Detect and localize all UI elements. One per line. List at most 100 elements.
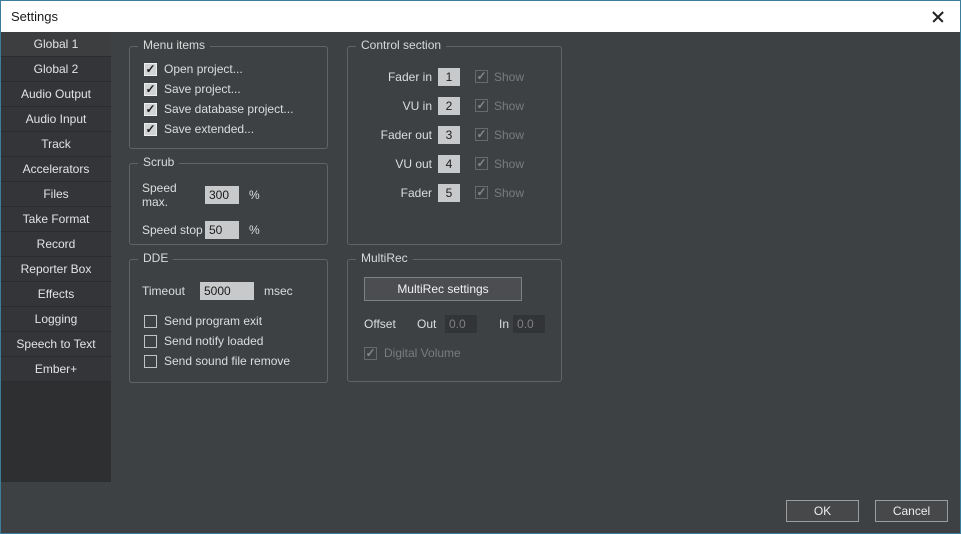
group-title: DDE (138, 251, 173, 265)
checkbox-show-fader-out (475, 128, 488, 141)
group-title: MultiRec (356, 251, 413, 265)
speed-stop-label: Speed stop (142, 223, 205, 237)
checkbox-save-database-project[interactable] (144, 103, 157, 116)
close-button[interactable] (915, 1, 960, 32)
send-notify-loaded-row: Send notify loaded (144, 334, 327, 348)
fader-out-input[interactable] (438, 126, 460, 144)
timeout-label: Timeout (142, 284, 200, 298)
checkbox-show-fader (475, 186, 488, 199)
group-title: Control section (356, 38, 446, 52)
sidebar-item-reporter-box[interactable]: Reporter Box (1, 257, 111, 282)
group-multirec: MultiRec MultiRec settings Offset Out In… (347, 259, 562, 382)
group-title: Scrub (138, 155, 179, 169)
settings-dialog: Settings Global 1 Global 2 Audio Output … (0, 0, 961, 534)
window-title: Settings (11, 9, 58, 24)
checkbox-show-vu-out (475, 157, 488, 170)
checkbox-label: Save extended... (164, 122, 254, 136)
speed-stop-input[interactable] (205, 221, 239, 239)
fader-row: Fader Show (348, 182, 561, 203)
sidebar-item-ember[interactable]: Ember+ (1, 357, 111, 382)
checkbox-open-project[interactable] (144, 63, 157, 76)
checkbox-label: Save database project... (164, 102, 293, 116)
offset-row: Offset Out In (364, 315, 545, 333)
save-database-project-row: Save database project... (144, 102, 327, 116)
checkbox-send-sound-file-remove[interactable] (144, 355, 157, 368)
checkbox-send-notify-loaded[interactable] (144, 335, 157, 348)
fader-out-label: Fader out (348, 128, 432, 142)
speed-max-input[interactable] (205, 186, 239, 204)
digital-volume-row: Digital Volume (364, 346, 461, 360)
checkbox-label: Send program exit (164, 314, 262, 328)
fader-out-row: Fader out Show (348, 124, 561, 145)
offset-in-input (513, 315, 545, 333)
open-project-row: Open project... (144, 62, 327, 76)
vu-in-label: VU in (348, 99, 432, 113)
sidebar-item-audio-input[interactable]: Audio Input (1, 107, 111, 132)
vu-in-input[interactable] (438, 97, 460, 115)
sidebar-item-global-2[interactable]: Global 2 (1, 57, 111, 82)
checkbox-save-project[interactable] (144, 83, 157, 96)
settings-category-sidebar: Global 1 Global 2 Audio Output Audio Inp… (1, 32, 111, 482)
vu-out-input[interactable] (438, 155, 460, 173)
fader-in-input[interactable] (438, 68, 460, 86)
vu-in-row: VU in Show (348, 95, 561, 116)
sidebar-item-accelerators[interactable]: Accelerators (1, 157, 111, 182)
digital-volume-label: Digital Volume (384, 346, 461, 360)
speed-max-row: Speed max. % (142, 181, 327, 209)
ok-button[interactable]: OK (786, 500, 859, 522)
sidebar-item-track[interactable]: Track (1, 132, 111, 157)
title-bar: Settings (1, 1, 960, 32)
save-project-row: Save project... (144, 82, 327, 96)
sidebar-item-effects[interactable]: Effects (1, 282, 111, 307)
group-scrub: Scrub Speed max. % Speed stop % (129, 163, 328, 245)
checkbox-show-fader-in (475, 70, 488, 83)
group-control-section: Control section Fader in Show VU in Show… (347, 46, 562, 245)
checkbox-label: Open project... (164, 62, 243, 76)
percent-label: % (249, 188, 260, 202)
percent-label: % (249, 223, 260, 237)
checkbox-digital-volume (364, 347, 377, 360)
fader-input[interactable] (438, 184, 460, 202)
save-extended-row: Save extended... (144, 122, 327, 136)
in-label: In (499, 317, 509, 331)
sidebar-item-global-1[interactable]: Global 1 (1, 32, 111, 57)
sidebar-item-logging[interactable]: Logging (1, 307, 111, 332)
sidebar-item-audio-output[interactable]: Audio Output (1, 82, 111, 107)
offset-out-input (445, 315, 477, 333)
show-label: Show (494, 157, 524, 171)
checkbox-label: Save project... (164, 82, 241, 96)
fader-in-label: Fader in (348, 70, 432, 84)
speed-stop-row: Speed stop % (142, 221, 327, 239)
sidebar-item-take-format[interactable]: Take Format (1, 207, 111, 232)
fader-label: Fader (348, 186, 432, 200)
group-menu-items: Menu items Open project... Save project.… (129, 46, 328, 149)
msec-label: msec (264, 284, 293, 298)
checkbox-save-extended[interactable] (144, 123, 157, 136)
send-sound-file-remove-row: Send sound file remove (144, 354, 327, 368)
vu-out-row: VU out Show (348, 153, 561, 174)
sidebar-item-speech-to-text[interactable]: Speech to Text (1, 332, 111, 357)
fader-in-row: Fader in Show (348, 66, 561, 87)
close-icon (932, 11, 944, 23)
cancel-button[interactable]: Cancel (875, 500, 948, 522)
timeout-input[interactable] (200, 282, 254, 300)
checkbox-show-vu-in (475, 99, 488, 112)
show-label: Show (494, 70, 524, 84)
offset-label: Offset (364, 317, 417, 331)
timeout-row: Timeout msec (142, 282, 327, 300)
checkbox-label: Send sound file remove (164, 354, 290, 368)
group-dde: DDE Timeout msec Send program exit Send … (129, 259, 328, 383)
multirec-settings-button[interactable]: MultiRec settings (364, 277, 522, 301)
checkbox-send-program-exit[interactable] (144, 315, 157, 328)
sidebar-item-files[interactable]: Files (1, 182, 111, 207)
out-label: Out (417, 317, 445, 331)
group-title: Menu items (138, 38, 210, 52)
checkbox-label: Send notify loaded (164, 334, 263, 348)
sidebar-item-record[interactable]: Record (1, 232, 111, 257)
vu-out-label: VU out (348, 157, 432, 171)
speed-max-label: Speed max. (142, 181, 205, 209)
send-program-exit-row: Send program exit (144, 314, 327, 328)
show-label: Show (494, 128, 524, 142)
show-label: Show (494, 99, 524, 113)
show-label: Show (494, 186, 524, 200)
